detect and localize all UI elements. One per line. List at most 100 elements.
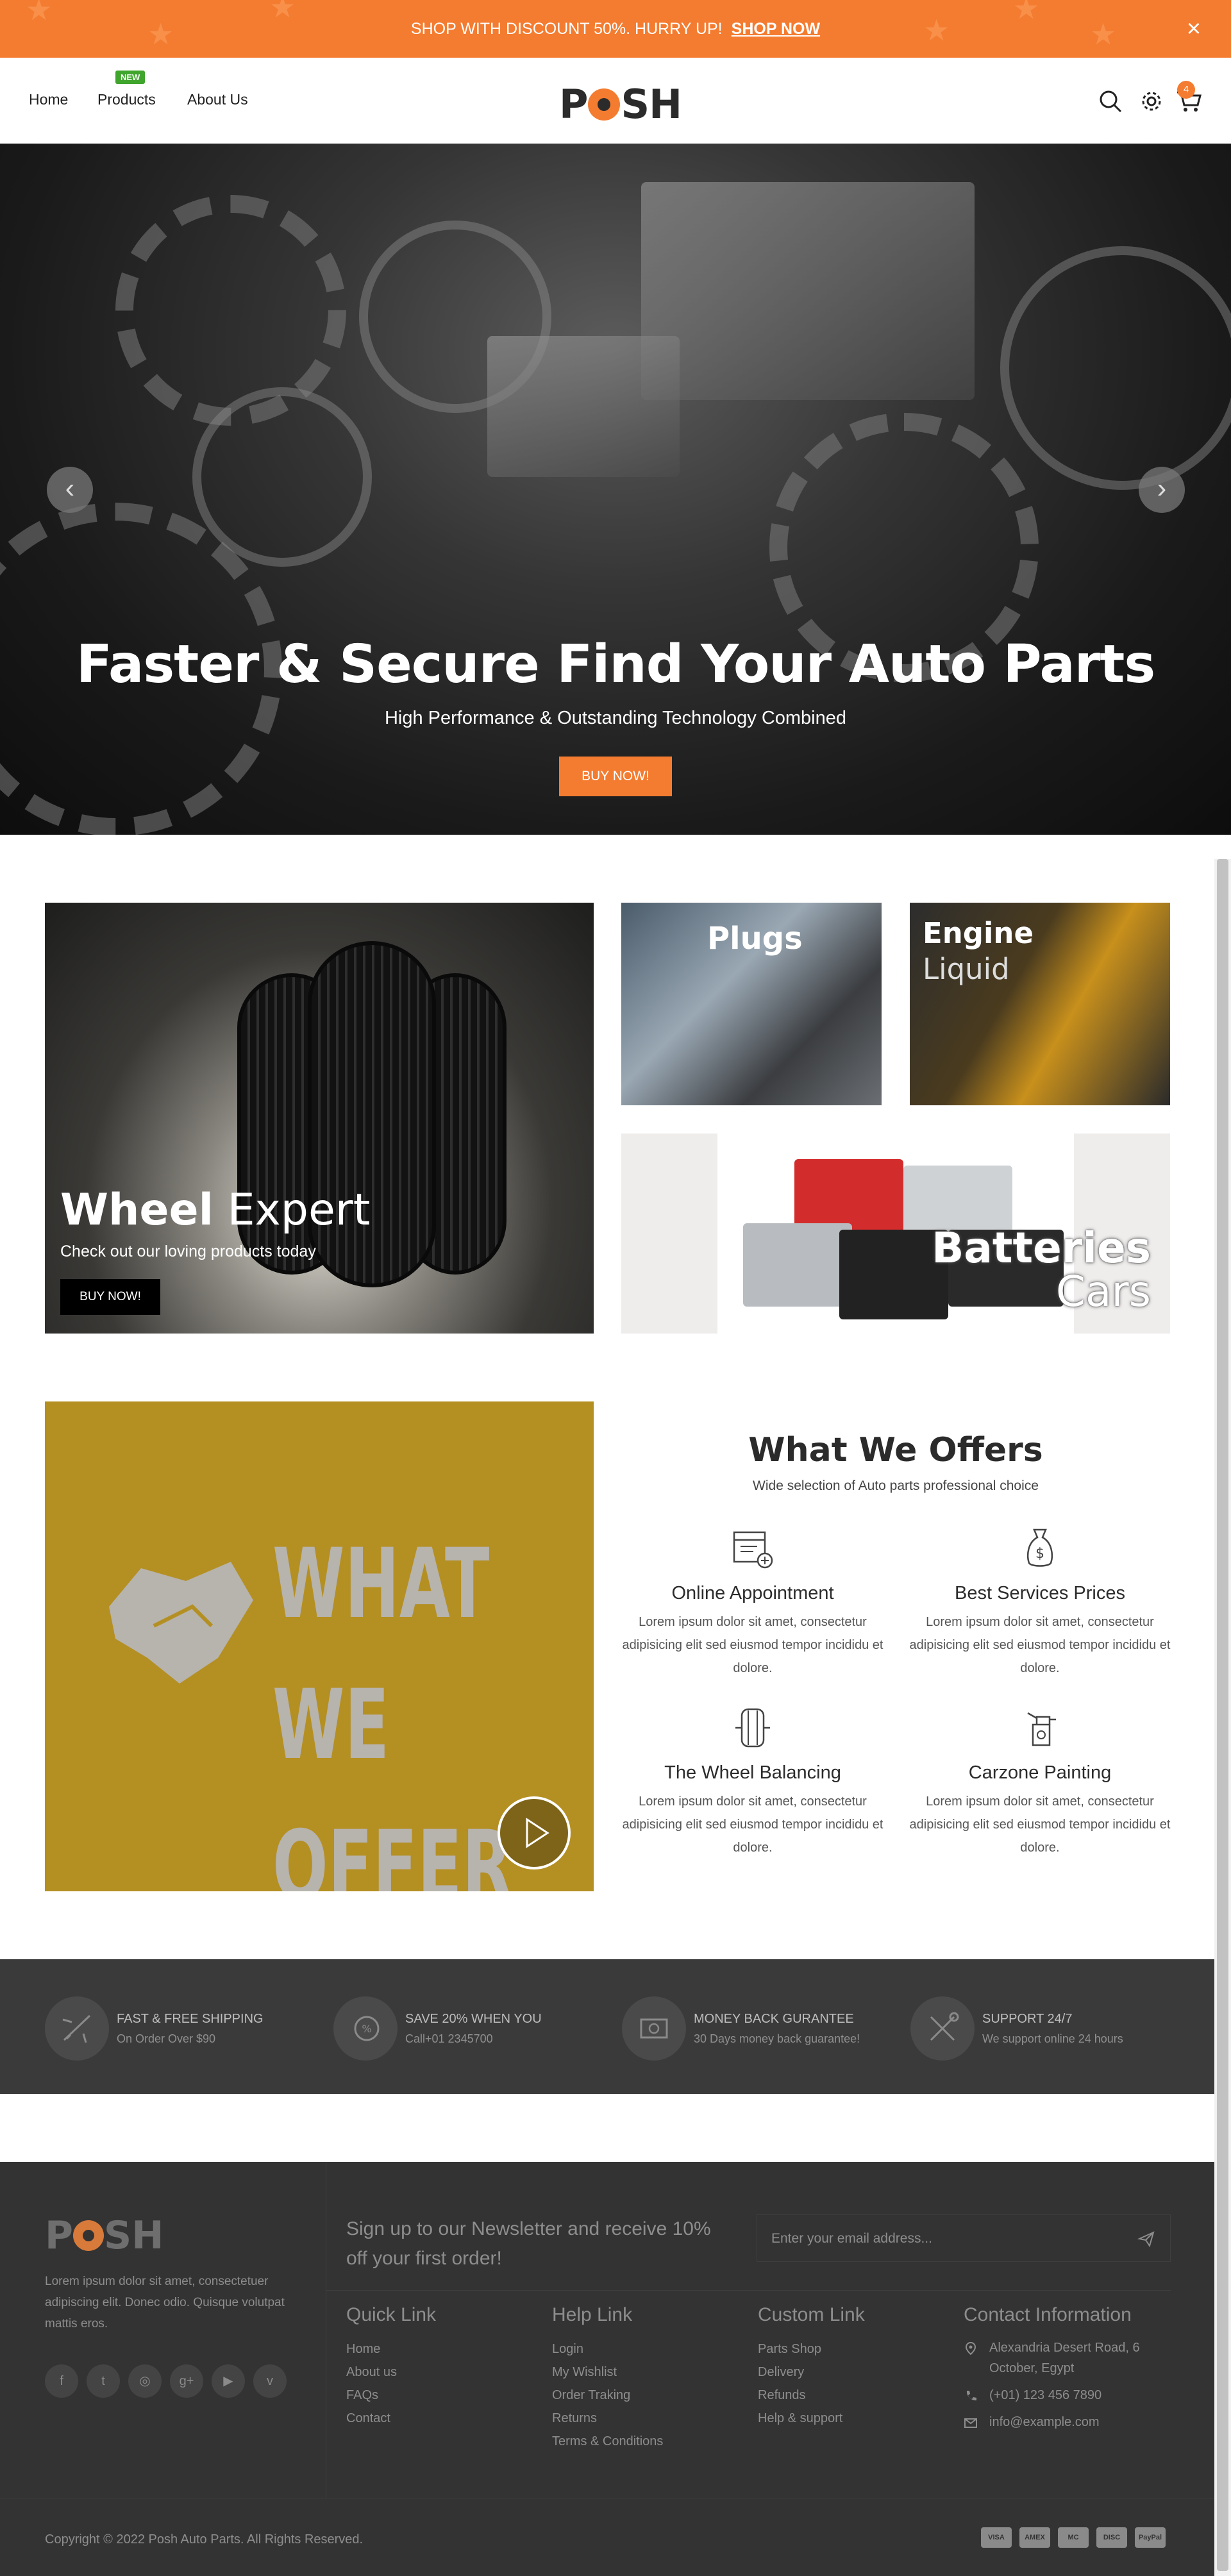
hero-buy-now-button[interactable]: BUY NOW!: [559, 757, 672, 796]
custom-link-column: Custom Link Parts Shop Delivery Refunds …: [758, 2304, 950, 2430]
tire-icon: [735, 1708, 770, 1748]
vine-icon[interactable]: v: [253, 2364, 287, 2398]
mail-icon: [964, 2418, 977, 2428]
footer-link[interactable]: Help & support: [758, 2407, 950, 2430]
play-button[interactable]: [498, 1796, 571, 1869]
youtube-icon[interactable]: ▶: [212, 2364, 245, 2398]
quick-link-column: Quick Link Home About us FAQs Contact: [346, 2304, 539, 2430]
contact-column: Contact Information Alexandria Desert Ro…: [964, 2304, 1175, 2439]
contact-email[interactable]: info@example.com: [964, 2412, 1175, 2432]
star-decoration: ★: [1013, 0, 1040, 25]
logo-letters: SH: [621, 81, 682, 128]
close-icon[interactable]: ×: [1181, 16, 1207, 42]
nav-products[interactable]: Products: [97, 91, 156, 108]
twitter-icon[interactable]: t: [87, 2364, 120, 2398]
feature-title: SAVE 20% WHEN YOU: [405, 2012, 542, 2026]
cart-count-badge: 4: [1177, 81, 1195, 99]
contact-address: Alexandria Desert Road, 6 October, Egypt: [964, 2338, 1175, 2379]
tools-icon: [910, 1996, 975, 2061]
logo-wheel-icon: [72, 2220, 104, 2251]
footer-link[interactable]: Terms & Conditions: [552, 2430, 744, 2453]
spray-gun-icon: [1027, 1712, 1056, 1746]
footer-logo[interactable]: P SH: [45, 2213, 163, 2258]
mastercard-icon: MC: [1058, 2527, 1089, 2548]
wheel-banner[interactable]: Wheel Expert Check out our loving produc…: [45, 903, 594, 1334]
contact-phone[interactable]: (+01) 123 456 7890: [964, 2385, 1175, 2405]
phone-icon: [966, 2391, 976, 2401]
banner-side-panel: [621, 1133, 717, 1334]
divider: [326, 2290, 1171, 2291]
nav-home[interactable]: Home: [29, 91, 68, 108]
offer-title: Best Services Prices: [955, 1583, 1125, 1603]
transmission-block-image: [487, 336, 680, 477]
site-header: Home Products NEW About Us P SH: [0, 58, 1231, 144]
nav-about-us[interactable]: About Us: [187, 91, 248, 108]
star-decoration: ★: [147, 17, 174, 51]
offers-title: What We Offers: [748, 1431, 1043, 1469]
offer-description: Lorem ipsum dolor sit amet, consectetur …: [622, 1615, 883, 1675]
footer-link[interactable]: My Wishlist: [552, 2361, 744, 2384]
send-icon[interactable]: [1134, 2227, 1159, 2251]
batteries-banner[interactable]: Batteries Cars: [621, 1133, 1170, 1334]
footer-link[interactable]: Login: [552, 2338, 744, 2361]
search-icon[interactable]: [1096, 87, 1125, 115]
gear-image: [115, 195, 346, 426]
promo-message: SHOP WITH DISCOUNT 50%. HURRY UP!: [410, 19, 723, 38]
page-scrollbar[interactable]: [1214, 859, 1231, 2576]
footer-link[interactable]: Delivery: [758, 2361, 950, 2384]
help-link-column: Help Link Login My Wishlist Order Trakin…: [552, 2304, 744, 2453]
shop-now-link[interactable]: SHOP NOW: [732, 20, 820, 38]
offer-item: Carzone Painting Lorem ipsum dolor sit a…: [909, 1705, 1171, 1859]
plugs-banner-title: Plugs: [707, 921, 803, 957]
offers-subtitle: Wide selection of Auto parts professiona…: [753, 1478, 1039, 1493]
footer-link[interactable]: Order Traking: [552, 2384, 744, 2407]
visa-icon: VISA: [981, 2527, 1012, 2548]
promo-bar: ★ ★ ★ ★ ★ ★ SHOP WITH DISCOUNT 50%. HURR…: [0, 0, 1231, 58]
paypal-icon: PayPal: [1135, 2527, 1166, 2548]
offer-item: Online Appointment Lorem ipsum dolor sit…: [621, 1526, 884, 1680]
offer-description: Lorem ipsum dolor sit amet, consectetur …: [909, 1615, 1171, 1675]
hero-title: Faster & Secure Find Your Auto Parts: [76, 634, 1155, 695]
footer-link[interactable]: FAQs: [346, 2384, 539, 2407]
new-badge: NEW: [115, 71, 146, 84]
wheel-buy-now-button[interactable]: BUY NOW!: [60, 1279, 160, 1315]
site-logo[interactable]: P SH: [559, 81, 682, 128]
footer-link[interactable]: Contact: [346, 2407, 539, 2430]
discount-icon: %: [333, 1996, 398, 2061]
gear-image: [192, 387, 372, 567]
hero-slider: ‹ › Faster & Secure Find Your Auto Parts…: [0, 144, 1231, 835]
scrollbar-thumb[interactable]: [1217, 859, 1228, 2571]
footer-link[interactable]: Home: [346, 2338, 539, 2361]
email-input[interactable]: [771, 2228, 1118, 2250]
footer-link[interactable]: Returns: [552, 2407, 744, 2430]
money-icon: [622, 1996, 686, 2061]
plane-icon: [45, 1996, 109, 2061]
slider-next-button[interactable]: ›: [1139, 467, 1185, 513]
engine-liquid-banner[interactable]: Engine Liquid: [910, 903, 1170, 1105]
hero-subtitle: High Performance & Outstanding Technolog…: [384, 708, 847, 728]
instagram-icon[interactable]: ◎: [128, 2364, 162, 2398]
gear-icon[interactable]: [1137, 87, 1166, 115]
feature-title: FAST & FREE SHIPPING: [117, 2012, 264, 2026]
column-title: Custom Link: [758, 2304, 865, 2325]
newsletter-text: Sign up to our Newsletter and receive 10…: [346, 2218, 711, 2269]
battery-image: [743, 1223, 852, 1307]
feature-title: MONEY BACK GURANTEE: [694, 2012, 854, 2026]
star-decoration: ★: [1090, 17, 1117, 51]
footer-link[interactable]: Refunds: [758, 2384, 950, 2407]
offer-title: The Wheel Balancing: [664, 1762, 841, 1783]
offer-description: Lorem ipsum dolor sit amet, consectetur …: [622, 1794, 883, 1855]
what-we-offer-video[interactable]: WHAT WE OFFER: [45, 1401, 594, 1891]
google-plus-icon[interactable]: g+: [170, 2364, 203, 2398]
logo-letter: P: [559, 81, 588, 128]
plugs-banner[interactable]: Plugs: [621, 903, 882, 1105]
facebook-icon[interactable]: f: [45, 2364, 78, 2398]
handshake-icon: [109, 1562, 253, 1684]
column-title: Help Link: [552, 2304, 633, 2325]
star-decoration: ★: [26, 0, 53, 26]
column-title: Quick Link: [346, 2304, 437, 2325]
footer-link[interactable]: Parts Shop: [758, 2338, 950, 2361]
slider-prev-button[interactable]: ‹: [47, 467, 93, 513]
footer-link[interactable]: About us: [346, 2361, 539, 2384]
svg-text:%: %: [362, 2023, 371, 2035]
